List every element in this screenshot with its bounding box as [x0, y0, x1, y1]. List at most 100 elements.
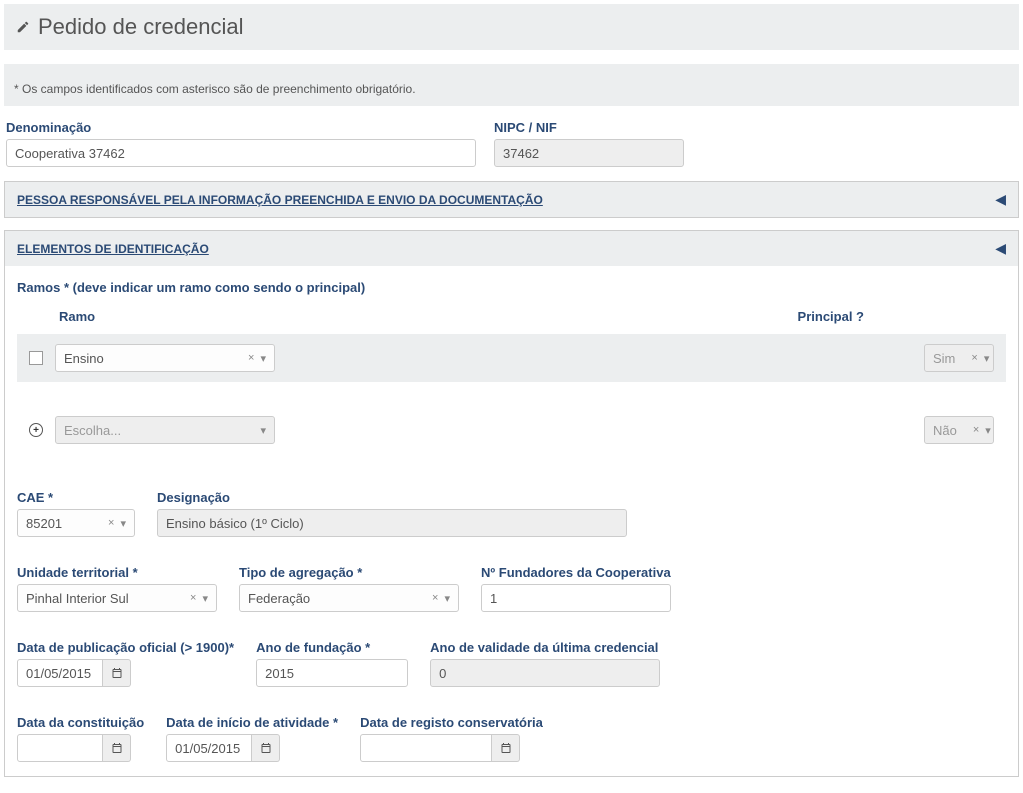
- clear-icon[interactable]: ×: [973, 424, 979, 436]
- add-icon[interactable]: +: [29, 423, 43, 437]
- chevron-left-icon: ◀: [995, 240, 1006, 257]
- datainicio-label: Data de início de atividade *: [166, 715, 338, 730]
- clear-icon[interactable]: ×: [190, 592, 196, 604]
- select-controls: × ▾: [240, 352, 274, 365]
- ident-fields-grid: CAE * 85201 × ▾ Designação Unidade terri…: [17, 490, 1006, 762]
- calendar-icon[interactable]: [252, 734, 280, 762]
- clear-icon[interactable]: ×: [108, 517, 114, 529]
- field-datainicio: Data de início de atividade *: [166, 715, 338, 762]
- denominacao-input[interactable]: [6, 139, 476, 167]
- page-title: Pedido de credencial: [38, 14, 243, 40]
- unidade-label: Unidade territorial *: [17, 565, 217, 580]
- anofund-input[interactable]: [256, 659, 408, 687]
- panel-pessoa-title: PESSOA RESPONSÁVEL PELA INFORMAÇÃO PREEN…: [17, 193, 543, 207]
- chevron-down-icon[interactable]: ▾: [984, 352, 990, 365]
- select-controls: × ▾: [100, 517, 134, 530]
- panel-elementos-header[interactable]: ELEMENTOS DE IDENTIFICAÇÃO ◀: [5, 231, 1018, 266]
- agregacao-value: Federação: [240, 591, 424, 606]
- field-fundadores: Nº Fundadores da Cooperativa: [481, 565, 671, 612]
- calendar-icon[interactable]: [492, 734, 520, 762]
- agregacao-label: Tipo de agregação *: [239, 565, 459, 580]
- field-anovalid: Ano de validade da última credencial: [430, 640, 660, 687]
- panel-pessoa-header[interactable]: PESSOA RESPONSÁVEL PELA INFORMAÇÃO PREEN…: [5, 182, 1018, 217]
- select-controls: × ▾: [182, 592, 216, 605]
- field-dataconst: Data da constituição: [17, 715, 144, 762]
- ramo-select[interactable]: Ensino × ▾: [55, 344, 275, 372]
- clear-icon[interactable]: ×: [248, 352, 254, 364]
- panel-elementos-title: ELEMENTOS DE IDENTIFICAÇÃO: [17, 242, 209, 256]
- field-cae: CAE * 85201 × ▾: [17, 490, 135, 537]
- chevron-down-icon[interactable]: ▾: [444, 592, 450, 605]
- chevron-down-icon[interactable]: ▾: [260, 424, 266, 437]
- nipc-input: [494, 139, 684, 167]
- panel-pessoa-responsavel: PESSOA RESPONSÁVEL PELA INFORMAÇÃO PREEN…: [4, 181, 1019, 218]
- anovalid-label: Ano de validade da última credencial: [430, 640, 660, 655]
- principal-add-value: Não: [925, 423, 965, 438]
- calendar-icon[interactable]: [103, 734, 131, 762]
- unidade-select[interactable]: Pinhal Interior Sul × ▾: [17, 584, 217, 612]
- datapub-input[interactable]: [17, 659, 103, 687]
- pencil-icon: [16, 20, 30, 34]
- dataconst-input[interactable]: [17, 734, 103, 762]
- panel-elementos-body: Ramos * (deve indicar um ramo como sendo…: [5, 266, 1018, 776]
- select-controls: × ▾: [965, 424, 999, 437]
- chevron-down-icon[interactable]: ▾: [120, 517, 126, 530]
- datapub-label: Data de publicação oficial (> 1900)*: [17, 640, 234, 655]
- field-anofund: Ano de fundação *: [256, 640, 408, 687]
- select-controls: × ▾: [963, 352, 997, 365]
- field-nipc: NIPC / NIF: [494, 120, 684, 167]
- clear-icon[interactable]: ×: [432, 592, 438, 604]
- chevron-left-icon: ◀: [995, 191, 1006, 208]
- required-notice: * Os campos identificados com asterisco …: [4, 64, 1019, 106]
- denominacao-label: Denominação: [6, 120, 476, 135]
- top-fields-row: Denominação NIPC / NIF: [4, 120, 1019, 167]
- select-controls: × ▾: [424, 592, 458, 605]
- dataregisto-input[interactable]: [360, 734, 492, 762]
- cae-label: CAE *: [17, 490, 135, 505]
- fundadores-input[interactable]: [481, 584, 671, 612]
- chevron-down-icon[interactable]: ▾: [985, 424, 991, 437]
- ramo-checkbox[interactable]: [29, 351, 43, 365]
- field-agregacao: Tipo de agregação * Federação × ▾: [239, 565, 459, 612]
- field-designacao: Designação: [157, 490, 627, 537]
- ramo-add-select[interactable]: Escolha... ▾: [55, 416, 275, 444]
- agregacao-select[interactable]: Federação × ▾: [239, 584, 459, 612]
- page-header: Pedido de credencial: [4, 4, 1019, 50]
- unidade-value: Pinhal Interior Sul: [18, 591, 182, 606]
- field-denominacao: Denominação: [6, 120, 476, 167]
- principal-value: Sim: [925, 351, 963, 366]
- field-datapub: Data de publicação oficial (> 1900)*: [17, 640, 234, 687]
- dataregisto-label: Data de registo conservatória: [360, 715, 543, 730]
- dataregisto-datebox: [360, 734, 543, 762]
- anofund-label: Ano de fundação *: [256, 640, 408, 655]
- head-ramo: Ramo: [59, 309, 95, 324]
- chevron-down-icon[interactable]: ▾: [260, 352, 266, 365]
- nipc-label: NIPC / NIF: [494, 120, 684, 135]
- field-dataregisto: Data de registo conservatória: [360, 715, 543, 762]
- fundadores-label: Nº Fundadores da Cooperativa: [481, 565, 671, 580]
- ramos-label: Ramos * (deve indicar um ramo como sendo…: [17, 280, 1006, 295]
- head-principal: Principal ?: [798, 309, 864, 324]
- dataconst-label: Data da constituição: [17, 715, 144, 730]
- ramo-add-placeholder: Escolha...: [56, 423, 252, 438]
- ramo-row-add: + Escolha... ▾ Não × ▾: [17, 406, 1006, 454]
- ramo-row-1: Ensino × ▾ Sim × ▾: [17, 334, 1006, 382]
- select-controls: ▾: [252, 424, 274, 437]
- cae-value: 85201: [18, 516, 100, 531]
- ramos-table-head: Ramo Principal ?: [17, 305, 1006, 328]
- dataconst-datebox: [17, 734, 144, 762]
- calendar-icon[interactable]: [103, 659, 131, 687]
- field-unidade: Unidade territorial * Pinhal Interior Su…: [17, 565, 217, 612]
- principal-add-select[interactable]: Não × ▾: [924, 416, 994, 444]
- cae-select[interactable]: 85201 × ▾: [17, 509, 135, 537]
- designacao-label: Designação: [157, 490, 627, 505]
- anovalid-input: [430, 659, 660, 687]
- principal-select[interactable]: Sim × ▾: [924, 344, 994, 372]
- designacao-input: [157, 509, 627, 537]
- datapub-datebox: [17, 659, 234, 687]
- panel-elementos: ELEMENTOS DE IDENTIFICAÇÃO ◀ Ramos * (de…: [4, 230, 1019, 777]
- datainicio-input[interactable]: [166, 734, 252, 762]
- ramo-select-value: Ensino: [56, 351, 240, 366]
- clear-icon[interactable]: ×: [971, 352, 977, 364]
- chevron-down-icon[interactable]: ▾: [202, 592, 208, 605]
